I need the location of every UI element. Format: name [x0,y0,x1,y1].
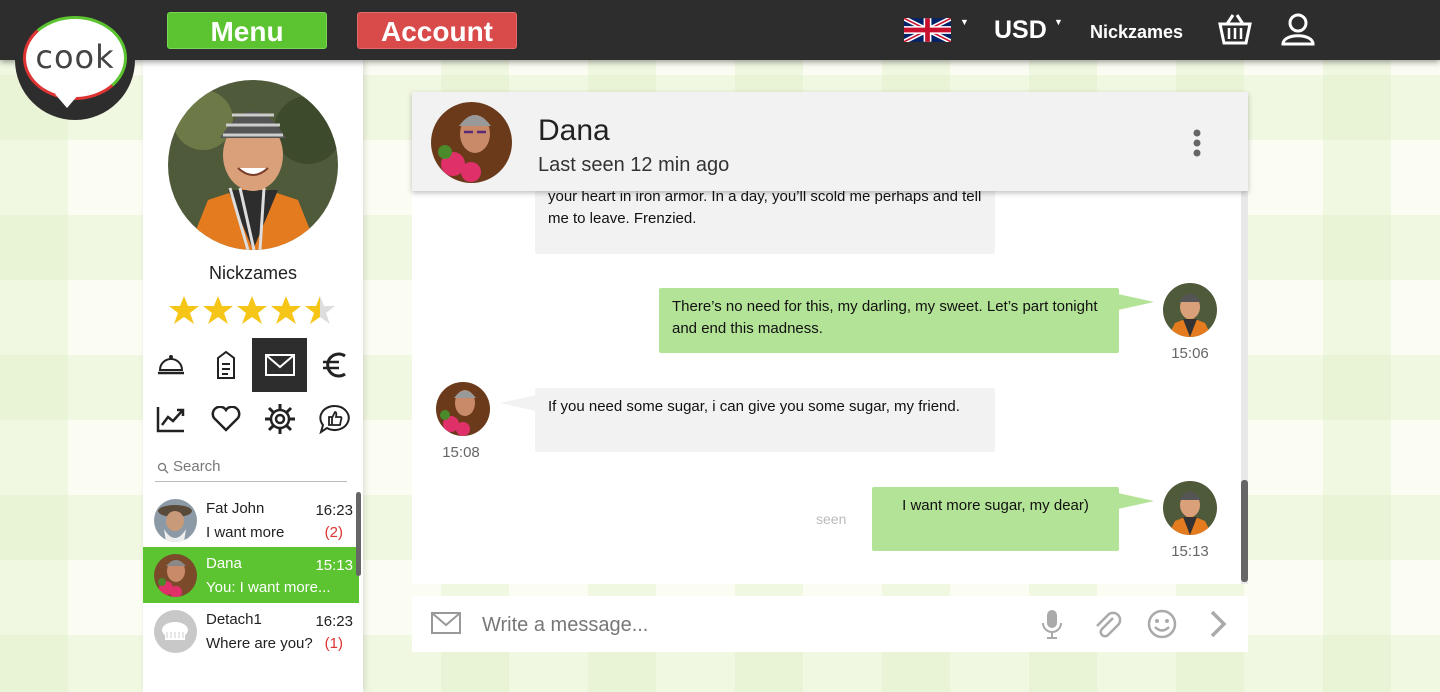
unread-count: (2) [324,524,343,541]
contact-preview: Where are you? [206,635,313,652]
contacts-scrollbar[interactable] [356,492,361,576]
message-bubble-in: If you need some sugar, i can give you s… [535,388,995,452]
message-bubble-out: There’s no need for this, my darling, my… [659,288,1119,353]
contact-name: Detach1 [206,611,262,628]
chat-scrollbar[interactable] [1241,480,1248,582]
mail-icon [431,612,461,634]
chat-contact-name: Dana [538,114,610,147]
more-options-icon[interactable] [1192,128,1202,158]
header-username[interactable]: Nickzames [1090,22,1183,43]
smiley-icon[interactable] [1146,608,1178,640]
contact-item[interactable]: Detach1 Where are you? 16:23 (1) [143,603,359,659]
contact-avatar [154,554,197,597]
message-bubble-out: I want more sugar, my dear) [872,487,1119,551]
chat-contact-status: Last seen 12 min ago [538,154,730,176]
contact-avatar [154,499,197,542]
half-star-icon [305,296,335,324]
currency-caret-icon[interactable]: ▼ [1054,17,1063,27]
contact-time: 16:23 [315,502,353,519]
menu-button[interactable]: Menu [167,12,327,49]
search-icon [157,462,169,474]
message-time: 15:08 [442,444,480,461]
logo-text: cook [35,38,115,76]
top-bar: Menu Account ▼ USD ▼ Nickzames [0,0,1440,60]
contact-time: 16:23 [315,613,353,630]
contact-name: Fat John [206,500,265,517]
message-input[interactable] [482,612,1022,638]
contact-time: 15:13 [315,557,353,574]
cloche-icon[interactable] [143,338,198,392]
contact-preview: You: I want more... [206,579,331,596]
account-button[interactable]: Account [357,12,517,49]
star-icon [271,296,301,324]
heart-icon[interactable] [198,392,253,446]
chat-contact-avatar[interactable] [431,102,512,183]
compose-bar [412,596,1248,652]
language-caret-icon[interactable]: ▼ [960,17,969,27]
basket-icon[interactable] [1217,12,1253,46]
contact-avatar [154,610,197,653]
logo-bubble-tail [55,94,79,108]
chart-icon[interactable] [143,392,198,446]
profile-avatar[interactable] [168,80,338,250]
sidebar: Nickzames Search Fat John I want more 16… [143,60,363,692]
message-text: I want more sugar, my dear) [902,497,1089,514]
message-text: There’s no need for this, my darling, my… [672,298,1098,337]
contact-name: Dana [206,555,242,572]
paperclip-icon[interactable] [1091,608,1123,640]
message-time: 15:06 [1171,345,1209,362]
contact-preview: I want more [206,524,285,541]
bubble-tail [1118,294,1154,310]
uk-flag-icon[interactable] [904,18,951,42]
chat-header: Dana Last seen 12 min ago [412,92,1248,191]
send-icon[interactable] [1203,608,1235,640]
search-placeholder[interactable]: Search [173,458,221,475]
contact-search[interactable]: Search [155,456,347,482]
star-icon [203,296,233,324]
my-avatar [1163,283,1217,337]
dana-avatar [436,382,490,436]
unread-count: (1) [324,635,343,652]
microphone-icon[interactable] [1036,608,1068,640]
user-icon[interactable] [1280,12,1316,46]
currency-selector[interactable]: USD [994,16,1047,45]
cook-logo[interactable]: cook [15,0,135,120]
rating-stars [169,296,335,324]
message-text: If you need some sugar, i can give you s… [548,398,960,415]
my-avatar [1163,481,1217,535]
gear-icon[interactable] [252,392,307,446]
thumbs-up-chat-icon[interactable] [307,392,362,446]
star-icon [237,296,267,324]
contact-item[interactable]: Fat John I want more 16:23 (2) [143,492,359,548]
contact-item-active[interactable]: Dana You: I want more... 15:13 [143,547,359,603]
message-text: your heart in iron armor. In a day, you’… [548,188,982,227]
euro-icon[interactable] [307,338,362,392]
bubble-tail [1118,493,1154,509]
seen-indicator: seen [816,511,847,527]
star-icon [169,296,199,324]
order-tag-icon[interactable] [198,338,253,392]
mail-icon[interactable] [252,338,307,392]
message-time: 15:13 [1171,543,1209,560]
bubble-tail [500,395,536,411]
profile-name: Nickzames [208,263,297,283]
